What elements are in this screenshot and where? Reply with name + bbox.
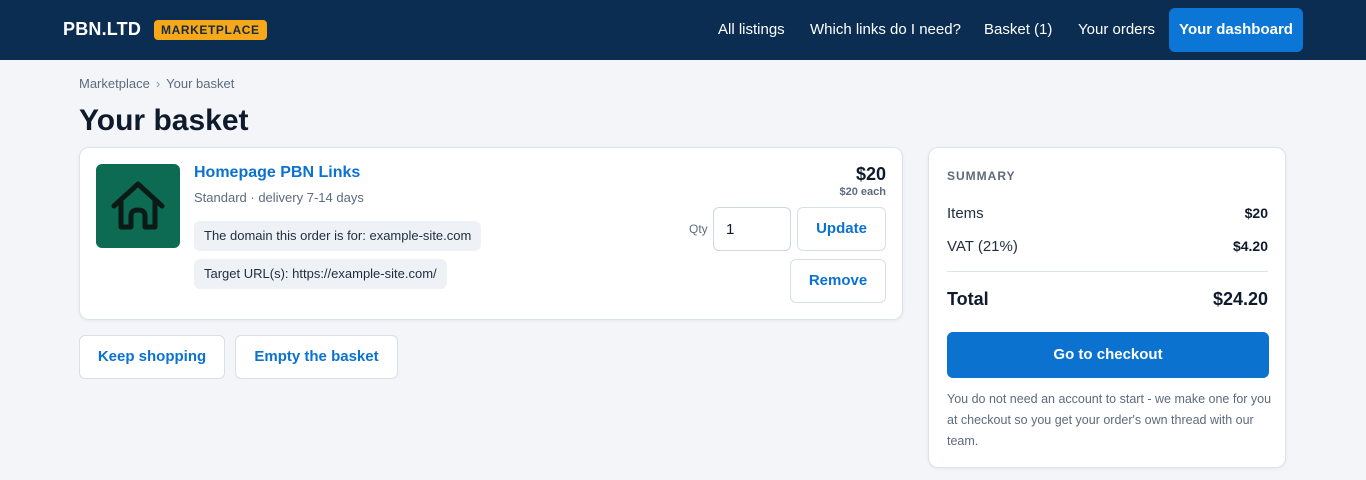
quantity-label: Qty	[689, 222, 708, 236]
summary-items-label: Items	[947, 205, 984, 222]
quantity-input[interactable]	[713, 207, 791, 251]
top-navigation-bar: PBN.LTD MARKETPLACE All listings Which l…	[0, 0, 1366, 60]
update-button[interactable]: Update	[797, 207, 886, 251]
summary-vat-value: $4.20	[1232, 238, 1268, 254]
summary-items-value: $20	[1244, 205, 1268, 221]
item-price-each: $20 each	[839, 186, 886, 198]
basket-item-card: Homepage PBN Links Standard · delivery 7…	[79, 147, 903, 320]
summary-total-label: Total	[947, 289, 989, 309]
summary-note: You do not need an account to start - we…	[947, 392, 1272, 448]
page-title: Your basket	[79, 104, 249, 137]
domain-chip: The domain this order is for: example-si…	[194, 221, 482, 251]
marketplace-badge: MARKETPLACE	[154, 20, 267, 40]
summary-divider	[947, 271, 1268, 272]
nav-dashboard-button[interactable]: Your dashboard	[1169, 8, 1303, 52]
summary-heading: SUMMARY	[947, 169, 1016, 183]
breadcrumb-current: Your basket	[166, 76, 235, 91]
breadcrumb: Marketplace › Your basket	[79, 76, 234, 91]
nav-basket[interactable]: Basket (1)	[984, 21, 1052, 38]
brand-logo-text[interactable]: PBN.LTD	[63, 19, 141, 40]
breadcrumb-separator: ›	[155, 76, 161, 91]
checkout-button[interactable]: Go to checkout	[947, 332, 1269, 378]
target-url-chip: Target URL(s): https://example-site.com/	[194, 259, 447, 289]
product-thumbnail	[96, 164, 180, 248]
empty-basket-button[interactable]: Empty the basket	[235, 335, 398, 379]
summary-vat-label: VAT (21%)	[947, 238, 1018, 255]
nav-which-links[interactable]: Which links do I need?	[810, 21, 961, 38]
summary-total-value: $24.20	[1212, 289, 1268, 309]
house-icon	[111, 181, 165, 230]
product-title-link[interactable]: Homepage PBN Links	[194, 164, 360, 182]
nav-your-orders[interactable]: Your orders	[1078, 21, 1155, 38]
nav-all-listings[interactable]: All listings	[718, 21, 785, 38]
breadcrumb-link-marketplace[interactable]: Marketplace	[79, 76, 150, 91]
keep-shopping-button[interactable]: Keep shopping	[79, 335, 225, 379]
remove-button[interactable]: Remove	[790, 259, 886, 303]
product-subtitle: Standard · delivery 7-14 days	[194, 190, 364, 205]
item-price: $20	[855, 164, 886, 184]
order-summary-card: SUMMARY Items $20 VAT (21%) $4.20 Total …	[928, 147, 1286, 468]
